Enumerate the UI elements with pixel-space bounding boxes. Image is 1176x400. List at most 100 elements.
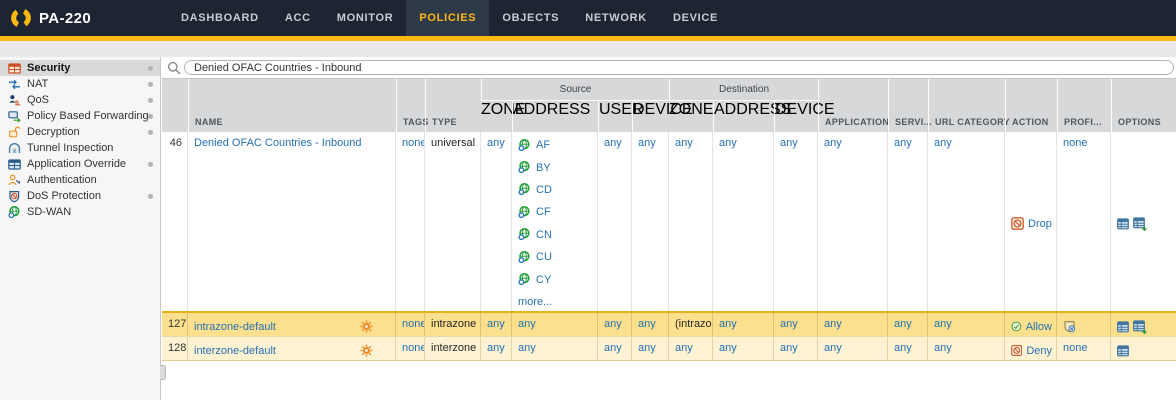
sidebar-item-policy-based-forwarding[interactable]: Policy Based Forwarding [0, 108, 160, 124]
sidebar-item-sd-wan[interactable]: SD-WAN [0, 204, 160, 220]
column-header-number[interactable] [162, 79, 188, 133]
src-zone-cell[interactable]: any [481, 313, 512, 336]
log-add-icon[interactable] [1133, 320, 1147, 334]
rule-number[interactable]: 46 [162, 132, 188, 311]
service-cell[interactable]: any [888, 132, 928, 311]
service-cell[interactable]: any [888, 313, 928, 336]
override-gear-icon[interactable] [360, 344, 373, 357]
rule-filter-input[interactable] [184, 60, 1174, 75]
src-zone-cell[interactable]: any [481, 132, 512, 311]
url-category-cell[interactable]: any [928, 313, 1005, 336]
log-add-icon[interactable] [1133, 217, 1147, 231]
more-link[interactable]: more... [518, 295, 552, 309]
address-object[interactable]: BY [518, 156, 593, 178]
log-icon[interactable] [1117, 321, 1129, 333]
service-cell[interactable]: any [888, 337, 928, 360]
region-globe-icon [518, 251, 531, 264]
column-header-profile[interactable]: PROFI... [1057, 79, 1111, 133]
sidebar-item-decryption[interactable]: Decryption [0, 124, 160, 140]
tags-cell[interactable]: none [396, 132, 425, 311]
table-row-rule-128[interactable]: 128 interzone-default none interzone any… [162, 336, 1176, 361]
sidebar-item-security[interactable]: Security [0, 60, 160, 76]
src-device-cell[interactable]: any [632, 313, 669, 336]
column-header-application[interactable]: APPLICATION [818, 79, 888, 133]
rule-name-link[interactable]: Denied OFAC Countries - Inbound [194, 136, 362, 150]
sidebar-item-nat[interactable]: NAT [0, 76, 160, 92]
profile-cell[interactable]: none [1057, 337, 1111, 360]
src-zone-cell[interactable]: any [481, 337, 512, 360]
nav-acc[interactable]: ACC [272, 0, 324, 36]
dst-address-cell[interactable]: any [713, 337, 774, 360]
log-icon[interactable] [1117, 345, 1129, 357]
url-category-cell[interactable]: any [928, 337, 1005, 360]
column-header-src-zone[interactable]: ZONE [481, 101, 512, 133]
tunnel-inspection-icon [8, 142, 21, 155]
user-cell[interactable]: any [598, 337, 632, 360]
column-header-options[interactable]: OPTIONS [1111, 79, 1176, 133]
nav-dashboard[interactable]: DASHBOARD [168, 0, 272, 36]
application-cell[interactable]: any [818, 313, 888, 336]
dst-address-cell[interactable]: any [713, 313, 774, 336]
override-gear-icon[interactable] [360, 320, 373, 333]
dst-zone-cell[interactable]: any [669, 337, 713, 360]
device-name: PA-220 [39, 10, 91, 27]
sd-wan-icon [8, 206, 21, 219]
dst-device-cell[interactable]: any [774, 337, 818, 360]
dst-device-cell[interactable]: any [774, 313, 818, 336]
nav-policies[interactable]: POLICIES [406, 0, 489, 36]
url-category-cell[interactable]: any [928, 132, 1005, 311]
application-cell[interactable]: any [818, 132, 888, 311]
dst-device-cell[interactable]: any [774, 132, 818, 311]
tags-cell[interactable]: none [396, 337, 425, 360]
column-header-url-category[interactable]: URL CATEGORY [928, 79, 1005, 133]
src-device-cell[interactable]: any [632, 132, 669, 311]
column-header-user[interactable]: USER [598, 101, 632, 133]
address-object[interactable]: CD [518, 179, 593, 201]
address-object[interactable]: CY [518, 268, 593, 290]
src-address-cell[interactable]: any [512, 313, 598, 336]
column-header-name[interactable]: NAME [188, 79, 396, 133]
column-header-type[interactable]: TYPE [425, 79, 481, 133]
sidebar-item-qos[interactable]: QoS [0, 92, 160, 108]
address-object[interactable]: CU [518, 246, 593, 268]
src-device-cell[interactable]: any [632, 337, 669, 360]
panel-splitter-grip[interactable] [160, 365, 166, 380]
column-header-dst-address[interactable]: ADDRESS [713, 101, 774, 133]
dst-address-cell[interactable]: any [713, 132, 774, 311]
column-header-dst-device[interactable]: DEVICE [774, 101, 818, 133]
nav-device[interactable]: DEVICE [660, 0, 731, 36]
src-address-cell[interactable]: any [512, 337, 598, 360]
user-cell[interactable]: any [598, 313, 632, 336]
column-header-action[interactable]: ACTION [1005, 79, 1057, 133]
tags-cell[interactable]: none [396, 313, 425, 336]
rule-name-link[interactable]: interzone-default [194, 344, 276, 358]
sidebar-item-tunnel-inspection[interactable]: Tunnel Inspection [0, 140, 160, 156]
log-icon[interactable] [1117, 218, 1129, 230]
rule-number[interactable]: 127 [162, 313, 188, 336]
rulebase-panel: NAME TAGS TYPE Source ZONE ADDRESS USER … [162, 57, 1176, 400]
column-header-src-device[interactable]: DEVICE [632, 101, 669, 133]
table-row-rule-46[interactable]: 46 Denied OFAC Countries - Inbound none … [162, 132, 1176, 311]
region-globe-icon [518, 206, 531, 219]
nav-monitor[interactable]: MONITOR [324, 0, 407, 36]
application-cell[interactable]: any [818, 337, 888, 360]
nav-network[interactable]: NETWORK [572, 0, 660, 36]
sidebar-item-authentication[interactable]: Authentication [0, 172, 160, 188]
address-object[interactable]: AF [518, 134, 593, 156]
address-object[interactable]: CN [518, 224, 593, 246]
dst-zone-cell[interactable]: any [669, 132, 713, 311]
address-object[interactable]: CF [518, 201, 593, 223]
sidebar-item-dos-protection[interactable]: DoS Protection [0, 188, 160, 204]
sidebar-item-application-override[interactable]: Application Override [0, 156, 160, 172]
column-header-dst-zone[interactable]: ZONE [669, 101, 713, 133]
rule-number[interactable]: 128 [162, 337, 188, 360]
profile-cell[interactable]: none [1057, 132, 1111, 311]
table-row-rule-127[interactable]: 127 intrazone-default none intrazone any… [162, 311, 1176, 336]
rule-name-link[interactable]: intrazone-default [194, 320, 276, 334]
column-header-tags[interactable]: TAGS [396, 79, 425, 133]
column-header-service[interactable]: SERVI... [888, 79, 928, 133]
nav-objects[interactable]: OBJECTS [489, 0, 572, 36]
profile-group-icon[interactable] [1063, 320, 1076, 333]
column-header-src-address[interactable]: ADDRESS [512, 101, 598, 133]
user-cell[interactable]: any [598, 132, 632, 311]
